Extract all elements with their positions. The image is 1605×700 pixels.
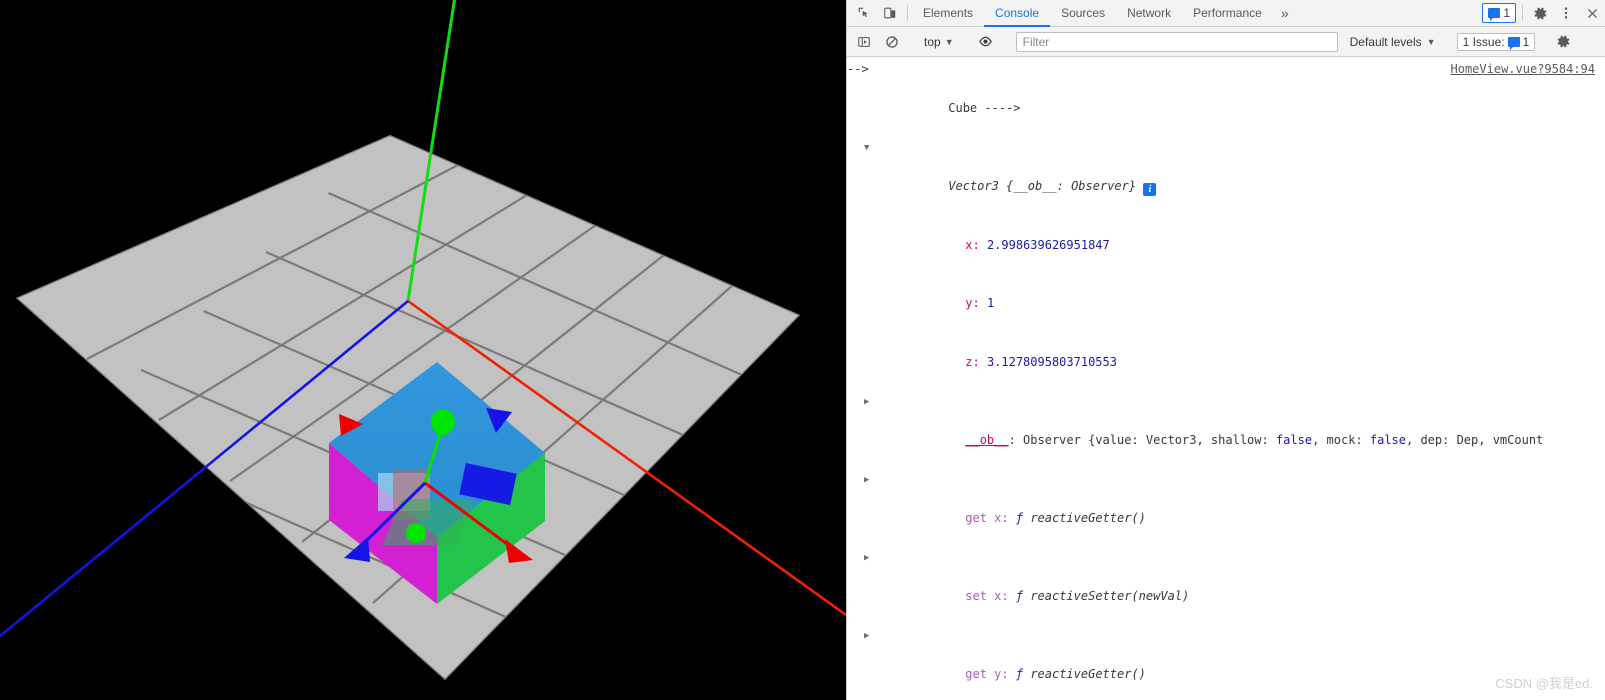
gear-icon[interactable] xyxy=(1527,0,1553,26)
cube-label-text: Cube ----> xyxy=(948,101,1021,115)
kebab-menu-icon[interactable] xyxy=(1553,0,1579,26)
console-settings-gear-icon[interactable] xyxy=(1550,29,1576,55)
console-line-get-x[interactable]: ▶ get x: ƒ reactiveGetter() xyxy=(847,470,1605,548)
console-log-entry[interactable]: HomeView.vue?9584:94 --> Cube ----> ▼ Ve… xyxy=(847,57,1605,700)
ob-text-1: : Observer {value: xyxy=(1008,432,1146,447)
inspect-cursor-icon[interactable] xyxy=(851,0,877,26)
tab-elements[interactable]: Elements xyxy=(912,0,984,27)
console-line-get-y[interactable]: ▶ get y: ƒ reactiveGetter() xyxy=(847,626,1605,700)
console-line-cube-label: Cube ----> xyxy=(847,80,1605,139)
tab-network[interactable]: Network xyxy=(1116,0,1182,27)
app-root: Elements Console Sources Network Perform… xyxy=(0,0,1605,700)
console-source-link[interactable]: HomeView.vue?9584:94 xyxy=(1451,60,1596,80)
ob-text-3: , shallow: xyxy=(1196,432,1276,447)
devtools-tabbar: Elements Console Sources Network Perform… xyxy=(847,0,1605,27)
console-line-y: y: 1 xyxy=(847,275,1605,334)
accessor-fn-get-y: reactiveGetter() xyxy=(1030,666,1146,681)
console-filter-toolbar: top ▼ Default levels ▼ 1 Issue: 1 xyxy=(847,27,1605,57)
device-toolbar-icon[interactable] xyxy=(877,0,903,26)
issues-label: 1 Issue: xyxy=(1462,34,1505,49)
accessor-fn-set-x: reactiveSetter(newVal) xyxy=(1030,588,1190,603)
issues-count: 1 xyxy=(1522,34,1530,49)
more-tabs-button[interactable]: » xyxy=(1273,0,1297,26)
tabbar-divider-2 xyxy=(1522,5,1523,21)
vector3-header-text: Vector3 {__ob__: Observer} xyxy=(948,179,1137,193)
ob-text-4: false xyxy=(1275,432,1313,447)
log-levels-value: Default levels xyxy=(1349,34,1422,49)
chevron-down-icon-levels: ▼ xyxy=(1426,36,1436,47)
prop-value-y: 1 xyxy=(986,296,995,310)
info-badge-icon[interactable]: i xyxy=(1143,183,1157,196)
gizmo-y-arrow-head[interactable] xyxy=(431,409,455,435)
expand-triangle-icon-set-x[interactable]: ▶ xyxy=(864,549,869,569)
ob-text-5: , mock: xyxy=(1312,432,1370,447)
console-line-z: z: 3.1278095803710553 xyxy=(847,333,1605,392)
accessor-fn-get-x: reactiveGetter() xyxy=(1030,510,1146,525)
message-count-value: 1 xyxy=(1503,6,1510,20)
accessor-key-set-x: set x: xyxy=(965,588,1009,603)
expand-triangle-icon-get-x[interactable]: ▶ xyxy=(864,471,869,491)
devtools-panel: Elements Console Sources Network Perform… xyxy=(846,0,1605,700)
accessor-key-get-y: get y: xyxy=(965,666,1009,681)
tab-sources[interactable]: Sources xyxy=(1050,0,1116,27)
function-symbol-get-x: ƒ xyxy=(1015,510,1024,525)
console-line-x: x: 2.998639626951847 xyxy=(847,216,1605,275)
execution-context-selector[interactable]: top ▼ xyxy=(918,33,960,51)
issues-chip[interactable]: 1 Issue: 1 xyxy=(1456,32,1536,51)
toolbar-divider xyxy=(907,5,908,21)
console-line-vector3-header[interactable]: ▼ Vector3 {__ob__: Observer} i xyxy=(847,138,1605,216)
devtools-tab-list: Elements Console Sources Network Perform… xyxy=(912,0,1297,27)
expand-triangle-open-icon[interactable]: ▼ xyxy=(864,139,869,159)
three-js-viewport[interactable] xyxy=(0,0,846,700)
close-icon[interactable] xyxy=(1579,0,1605,26)
console-sidebar-icon[interactable] xyxy=(851,29,877,55)
accessor-key-get-x: get x: xyxy=(965,510,1009,525)
live-expression-icon[interactable] xyxy=(973,29,999,55)
prop-key-ob: __ob__ xyxy=(965,432,1009,447)
function-symbol-get-y: ƒ xyxy=(1015,666,1024,681)
execution-context-value: top xyxy=(924,34,941,49)
ob-text-6: false xyxy=(1369,432,1406,447)
console-line-ob[interactable]: ▶ __ob__: Observer {value: Vector3, shal… xyxy=(847,392,1605,470)
tabbar-spacer xyxy=(1297,0,1481,26)
function-symbol-set-x: ƒ xyxy=(1015,588,1024,603)
prop-key-y: y: xyxy=(965,296,980,310)
issue-bubble-icon xyxy=(1507,36,1520,50)
chevron-down-icon: ▼ xyxy=(944,36,954,47)
prop-value-z: 3.1278095803710553 xyxy=(986,354,1117,369)
console-message-list[interactable]: HomeView.vue?9584:94 --> Cube ----> ▼ Ve… xyxy=(847,57,1605,700)
ob-text-7: , dep: Dep, vmCount xyxy=(1406,432,1544,447)
3d-scene[interactable] xyxy=(0,0,846,700)
ob-text-2: Vector3 xyxy=(1145,432,1197,447)
message-count-chip[interactable]: 1 xyxy=(1482,3,1516,23)
tab-console[interactable]: Console xyxy=(984,0,1051,27)
expand-triangle-icon-ob[interactable]: ▶ xyxy=(864,393,869,413)
log-levels-selector[interactable]: Default levels ▼ xyxy=(1344,33,1442,51)
prop-value-x: 2.998639626951847 xyxy=(986,237,1110,252)
gizmo-y-negative-nub[interactable] xyxy=(406,523,426,543)
tab-performance[interactable]: Performance xyxy=(1182,0,1273,27)
prop-key-z: z: xyxy=(965,354,980,369)
expand-triangle-icon-get-y[interactable]: ▶ xyxy=(864,627,869,647)
message-bubble-icon xyxy=(1488,8,1501,21)
clear-console-icon[interactable] xyxy=(879,29,905,55)
prop-key-x: x: xyxy=(965,237,980,252)
console-line-set-x[interactable]: ▶ set x: ƒ reactiveSetter(newVal) xyxy=(847,548,1605,626)
console-filter-input[interactable] xyxy=(1015,31,1338,52)
